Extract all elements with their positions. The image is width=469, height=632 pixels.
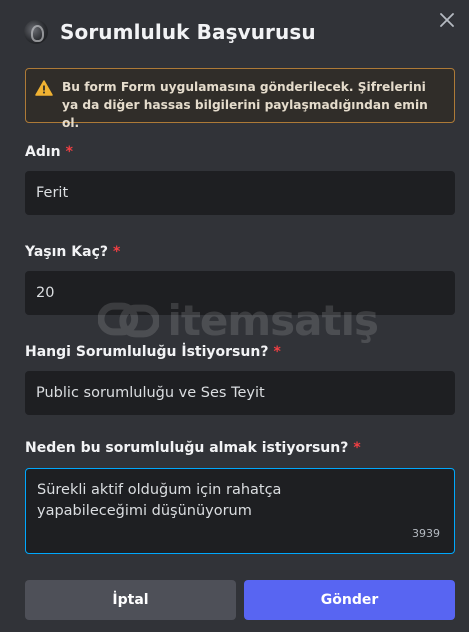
role-label-text: Hangi Sorumluluğu İstiyorsun? [25, 344, 269, 360]
warning-notice: Bu form Form uygulamasına gönderilecek. … [25, 68, 455, 130]
role-label: Hangi Sorumluluğu İstiyorsun? * [25, 344, 281, 360]
close-button[interactable] [435, 8, 459, 32]
warning-text: Bu form Form uygulamasına gönderilecek. … [62, 80, 428, 130]
age-field-value: 20 [36, 285, 55, 301]
required-mark: * [113, 244, 121, 260]
age-field[interactable]: 20 [25, 271, 455, 315]
required-mark: * [65, 144, 73, 160]
role-field-value: Public sorumluluğu ve Ses Teyit [36, 385, 265, 401]
reason-textarea-value: Sürekli aktif olduğum için rahatça yapab… [37, 482, 282, 519]
cancel-button[interactable]: İptal [25, 580, 236, 620]
modal-title: Sorumluluk Başvurusu [60, 20, 316, 44]
name-field-value: Ferit [36, 185, 69, 201]
application-modal: Sorumluluk Başvurusu Bu form Form uygula… [0, 0, 469, 632]
reason-textarea[interactable]: Sürekli aktif olduğum için rahatça yapab… [25, 468, 455, 554]
name-label: Adın * [25, 144, 73, 160]
close-icon [440, 13, 454, 27]
name-field[interactable]: Ferit [25, 171, 455, 215]
age-label-text: Yaşın Kaç? [25, 244, 108, 260]
required-mark: * [273, 344, 281, 360]
reason-label: Neden bu sorumluluğu almak istiyorsun? * [25, 440, 361, 456]
char-counter: 3939 [412, 527, 440, 540]
warning-icon [35, 80, 53, 96]
submit-button[interactable]: Gönder [244, 580, 455, 620]
age-label: Yaşın Kaç? * [25, 244, 120, 260]
modal-header: Sorumluluk Başvurusu [24, 16, 316, 48]
role-field[interactable]: Public sorumluluğu ve Ses Teyit [25, 371, 455, 415]
required-mark: * [353, 440, 361, 456]
name-label-text: Adın [25, 144, 61, 160]
reason-label-text: Neden bu sorumluluğu almak istiyorsun? [25, 440, 349, 456]
app-avatar [24, 20, 48, 44]
